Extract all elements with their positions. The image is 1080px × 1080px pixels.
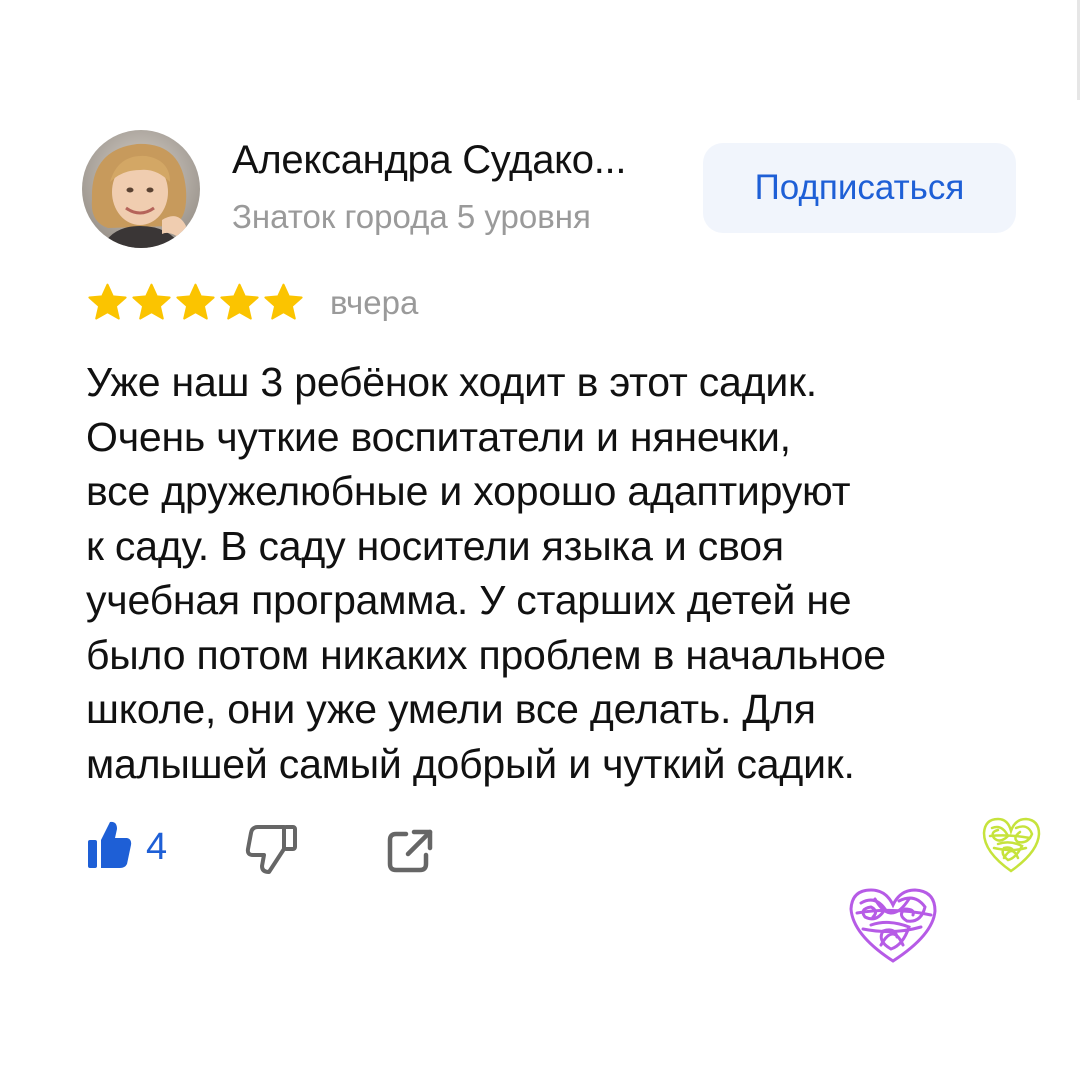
- star-icon: [263, 283, 304, 323]
- review-line: учебная программа. У старших детей не: [86, 577, 852, 623]
- star-icon: [87, 283, 128, 323]
- star-icon: [131, 283, 172, 323]
- green-heart-doodle: [978, 814, 1044, 881]
- review-line: все дружелюбные и хорошо адаптируют: [86, 468, 851, 514]
- purple-heart-doodle: [845, 883, 941, 972]
- share-icon: [386, 829, 434, 878]
- author-level: Знаток города 5 уровня: [232, 198, 591, 235]
- review-line: малышей самый добрый и чуткий садик.: [86, 740, 855, 787]
- star-icon: [219, 283, 260, 323]
- review-line: Очень чуткие воспитатели и нянечки,: [86, 413, 791, 460]
- review-line: школе, они уже умели все делать. Для: [86, 686, 816, 732]
- avatar[interactable]: [82, 130, 200, 248]
- thumbs-down-icon: [244, 825, 300, 879]
- like-count: 4: [146, 825, 168, 868]
- author-name[interactable]: Александра Судако...: [232, 138, 626, 183]
- review-line: было потом никаких проблем в начальное: [86, 631, 886, 678]
- thumbs-up-icon: [86, 818, 132, 875]
- like-button[interactable]: 4: [86, 818, 167, 875]
- dislike-button[interactable]: [244, 823, 300, 880]
- review-text: Уже наш 3 ребёнок ходит в этот садик. Оч…: [86, 355, 1026, 791]
- review-line: к саду. В саду носители языка и своя: [86, 522, 784, 569]
- share-button[interactable]: [386, 828, 434, 879]
- subscribe-button[interactable]: Подписаться: [703, 143, 1016, 233]
- rating-stars: [87, 283, 304, 323]
- review-date: вчера: [330, 284, 419, 321]
- star-icon: [175, 283, 216, 323]
- review-line: Уже наш 3 ребёнок ходит в этот садик.: [86, 359, 818, 405]
